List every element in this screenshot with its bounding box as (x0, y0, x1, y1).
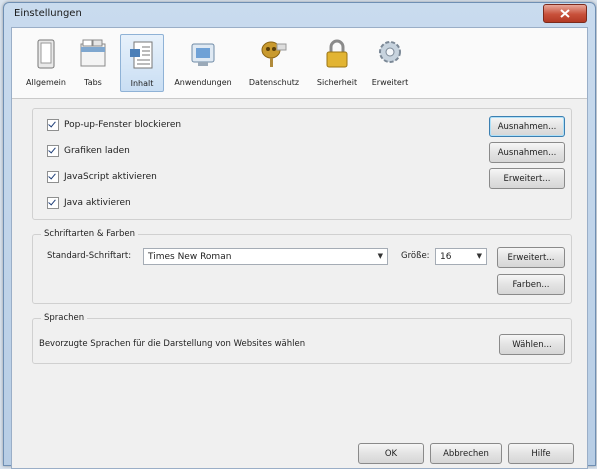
tabs-window-icon (80, 39, 106, 67)
fonts-colors-group: Schriftarten & Farben Standard-Schriftar… (32, 229, 572, 304)
close-button[interactable] (543, 4, 587, 23)
lock-icon (326, 39, 348, 68)
checkbox-label: Grafiken laden (64, 146, 130, 156)
ok-button[interactable]: OK (358, 443, 424, 464)
title-bar[interactable]: Einstellungen (4, 3, 595, 25)
languages-group: Sprachen Bevorzugte Sprachen für die Dar… (32, 313, 572, 364)
tab-anwendungen[interactable]: Anwendungen (170, 34, 236, 90)
tab-label: Sicherheit (316, 78, 358, 87)
tab-label: Allgemein (26, 78, 66, 87)
chevron-down-icon: ▼ (377, 252, 383, 260)
tab-datenschutz[interactable]: Datenschutz (244, 34, 304, 90)
default-font-label: Standard-Schriftart: (47, 251, 132, 261)
tab-label: Anwendungen (174, 78, 232, 87)
checkbox-label: JavaScript aktivieren (64, 172, 157, 182)
font-size-select[interactable]: 16 ▼ (435, 248, 487, 265)
tab-label: Datenschutz (248, 78, 300, 87)
preferences-toolbar: Allgemein Tabs Inhalt Anwendungen Datens… (12, 28, 587, 99)
default-font-select[interactable]: Times New Roman ▼ (143, 248, 388, 265)
checkbox-box[interactable] (47, 145, 59, 157)
checkbox-enable-java[interactable]: Java aktivieren (47, 196, 131, 210)
checkbox-box[interactable] (47, 171, 59, 183)
choose-languages-button[interactable]: Wählen... (499, 334, 565, 355)
window-title: Einstellungen (14, 8, 82, 19)
content-page-icon (130, 41, 153, 69)
tab-label: Erweitert (371, 78, 409, 87)
checkbox-popup-block[interactable]: Pop-up-Fenster blockieren (47, 118, 181, 132)
checkbox-box[interactable] (47, 119, 59, 131)
checkbox-box[interactable] (47, 197, 59, 209)
group-title: Schriftarten & Farben (41, 229, 138, 239)
chevron-down-icon: ▼ (476, 252, 482, 260)
popup-exceptions-button[interactable]: Ausnahmen... (489, 116, 565, 137)
tab-inhalt[interactable]: Inhalt (120, 34, 164, 92)
tab-tabs[interactable]: Tabs (74, 34, 112, 90)
preferences-window: Einstellungen Allgemein Tabs Inhalt Anwe… (3, 2, 596, 469)
tab-label: Tabs (84, 78, 102, 87)
content-group: Pop-up-Fenster blockieren Grafiken laden… (32, 108, 572, 220)
checkbox-label: Java aktivieren (64, 198, 131, 208)
tab-erweitert[interactable]: Erweitert (368, 34, 412, 90)
images-exceptions-button[interactable]: Ausnahmen... (489, 142, 565, 163)
languages-description: Bevorzugte Sprachen für die Darstellung … (39, 339, 306, 349)
checkbox-load-images[interactable]: Grafiken laden (47, 144, 130, 158)
close-icon (560, 9, 570, 18)
mask-icon (261, 41, 287, 67)
switch-icon (37, 39, 55, 69)
fonts-advanced-button[interactable]: Erweitert... (497, 247, 565, 268)
font-size-label: Größe: (401, 251, 430, 261)
default-font-value: Times New Roman (148, 251, 232, 262)
group-title: Sprachen (41, 313, 88, 323)
applications-icon (191, 43, 215, 66)
tab-label: Inhalt (130, 79, 154, 88)
javascript-advanced-button[interactable]: Erweitert... (489, 168, 565, 189)
gear-icon (379, 41, 401, 63)
font-size-value: 16 (440, 251, 452, 262)
checkbox-label: Pop-up-Fenster blockieren (64, 120, 182, 130)
help-button[interactable]: Hilfe (508, 443, 574, 464)
cancel-button[interactable]: Abbrechen (430, 443, 502, 464)
checkbox-enable-javascript[interactable]: JavaScript aktivieren (47, 170, 157, 184)
dialog-body: Allgemein Tabs Inhalt Anwendungen Datens… (11, 27, 588, 469)
tab-sicherheit[interactable]: Sicherheit (312, 34, 362, 90)
tab-allgemein[interactable]: Allgemein (26, 34, 66, 90)
colors-button[interactable]: Farben... (497, 274, 565, 295)
